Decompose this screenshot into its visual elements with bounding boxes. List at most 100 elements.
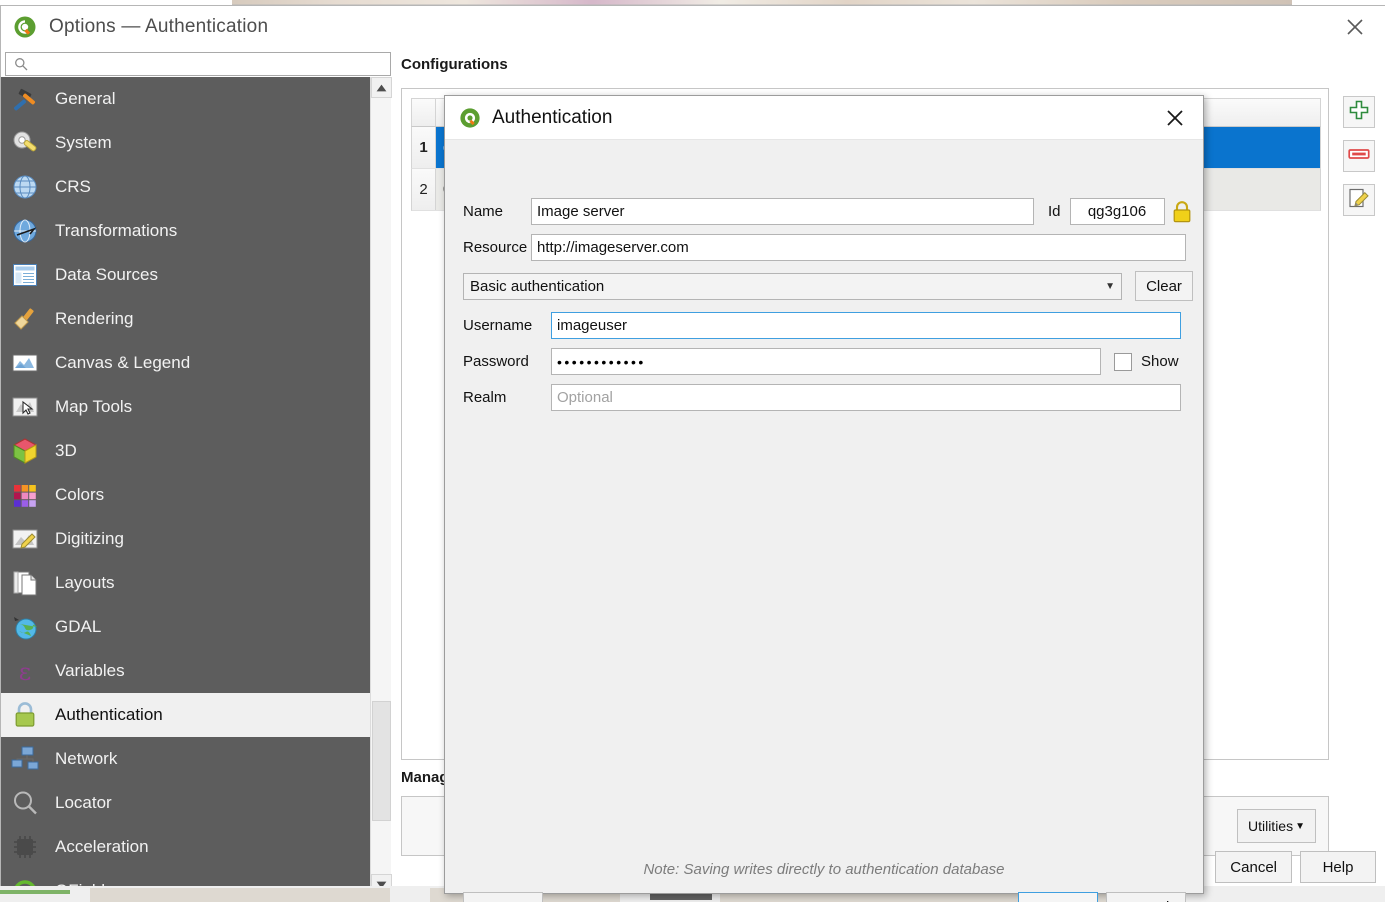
paintbrush-icon [9,303,41,335]
sidebar-item-data-sources[interactable]: Data Sources [1,253,370,297]
show-password-checkbox[interactable] [1114,352,1132,371]
sidebar-item-label: Digitizing [55,529,124,548]
configurations-toolbar [1343,96,1377,228]
password-row: Password •••••••••••• Show [463,348,1179,375]
sidebar-item-general[interactable]: General [1,77,370,121]
sidebar-item-label: Authentication [55,705,163,724]
sidebar-item-label: Rendering [55,309,134,328]
close-icon[interactable] [1161,105,1189,131]
screen-root: Options — Authentication General System CR… [0,0,1385,902]
realm-input[interactable] [551,384,1181,411]
configurations-heading: Configurations [401,56,508,73]
options-sidebar[interactable]: General System CRS Transformations Data Sour… [1,77,370,895]
realm-row: Realm [463,384,1181,411]
sidebar-item-layouts[interactable]: Layouts [1,561,370,605]
map-pencil-icon [9,523,41,555]
resource-label: Resource [463,239,528,256]
options-help-button[interactable]: Help [1300,851,1376,883]
map-canvas-icon [9,347,41,379]
sidebar-item-label: Data Sources [55,265,158,284]
sidebar-item-label: CRS [55,177,91,196]
pencil-edit-icon [1348,187,1370,214]
table-list-icon [9,259,41,291]
authentication-dialog: Authentication Name Id [444,95,1204,902]
username-label: Username [463,317,533,334]
globe-arrow-icon [9,215,41,247]
scrollbar-thumb[interactable] [372,701,391,821]
remove-configuration-button[interactable] [1343,140,1375,172]
qgis-logo-icon [13,15,37,39]
id-label: Id [1048,203,1061,220]
sidebar-item-3d[interactable]: 3D [1,429,370,473]
epsilon-icon: ε [9,655,41,687]
name-input[interactable] [531,198,1034,225]
sidebar-item-rendering[interactable]: Rendering [1,297,370,341]
save-button[interactable]: Save [1018,892,1098,902]
row-number: 1 [412,127,436,168]
resource-row: Resource [463,234,1186,261]
red-minus-icon [1348,147,1370,166]
sidebar-item-network[interactable]: Network [1,737,370,781]
dialog-cancel-button[interactable]: Cancel [1106,892,1186,902]
table-header-rownum [412,99,436,126]
sidebar-item-label: Transformations [55,221,178,240]
search-icon [14,57,28,71]
map-cursor-icon [9,391,41,423]
username-row: Username [463,312,1181,339]
sidebar-item-label: Colors [55,485,105,504]
dialog-titlebar: Authentication [445,96,1203,140]
sidebar-item-label: Network [55,749,118,768]
sidebar-item-digitizing[interactable]: Digitizing [1,517,370,561]
id-input [1069,198,1165,225]
sidebar-item-label: Variables [55,661,125,680]
sidebar-item-colors[interactable]: Colors [1,473,370,517]
svg-text:ε: ε [19,658,31,686]
cube-3d-icon [9,435,41,467]
padlock-green-icon [9,699,41,731]
utilities-label: Utilities [1247,818,1294,834]
show-password-label: Show [1141,353,1179,370]
save-note: Note: Saving writes directly to authenti… [643,861,1005,878]
close-icon[interactable] [1338,14,1372,40]
layout-pages-icon [9,567,41,599]
dialog-body: Name Id Resource Basic authentication [445,140,1203,902]
background-green-bar [0,890,70,894]
search-input[interactable] [34,54,390,74]
password-input[interactable]: •••••••••••• [551,348,1101,375]
sidebar-item-acceleration[interactable]: Acceleration [1,825,370,869]
wrench-gear-icon [9,127,41,159]
sidebar-item-label: General [55,89,116,108]
globe-grid-icon [9,171,41,203]
green-plus-icon [1348,99,1370,126]
sidebar-scrollbar[interactable] [370,77,392,895]
reset-button[interactable]: Reset [463,892,543,902]
sidebar-item-crs[interactable]: CRS [1,165,370,209]
options-cancel-button[interactable]: Cancel [1215,851,1292,883]
sidebar-item-label: GDAL [55,617,102,636]
sidebar-item-label: System [55,133,112,152]
sidebar-item-canvas-legend[interactable]: Canvas & Legend [1,341,370,385]
sidebar-item-locator[interactable]: Locator [1,781,370,825]
sidebar-item-label: Map Tools [55,397,133,416]
add-configuration-button[interactable] [1343,96,1375,128]
resource-input[interactable] [531,234,1186,261]
sidebar-item-authentication[interactable]: Authentication [1,693,370,737]
options-button-bar: Cancel Help [1215,851,1376,883]
hammer-screwdriver-icon [9,83,41,115]
clear-button[interactable]: Clear [1135,271,1193,301]
padlock-yellow-icon [1171,200,1193,224]
sidebar-item-transformations[interactable]: Transformations [1,209,370,253]
qgis-logo-icon [459,107,481,129]
search-box[interactable] [5,52,391,76]
utilities-button[interactable]: Utilities ▼ [1236,809,1316,843]
username-input[interactable] [551,312,1181,339]
auth-method-select[interactable]: Basic authentication ▼ [463,273,1122,300]
triangle-up-icon[interactable] [371,77,392,98]
sidebar-item-map-tools[interactable]: Map Tools [1,385,370,429]
sidebar-item-label: Layouts [55,573,115,592]
sidebar-item-variables[interactable]: ε Variables [1,649,370,693]
name-label: Name [463,203,504,220]
sidebar-item-gdal[interactable]: GDAL [1,605,370,649]
edit-configuration-button[interactable] [1343,184,1375,216]
sidebar-item-system[interactable]: System [1,121,370,165]
